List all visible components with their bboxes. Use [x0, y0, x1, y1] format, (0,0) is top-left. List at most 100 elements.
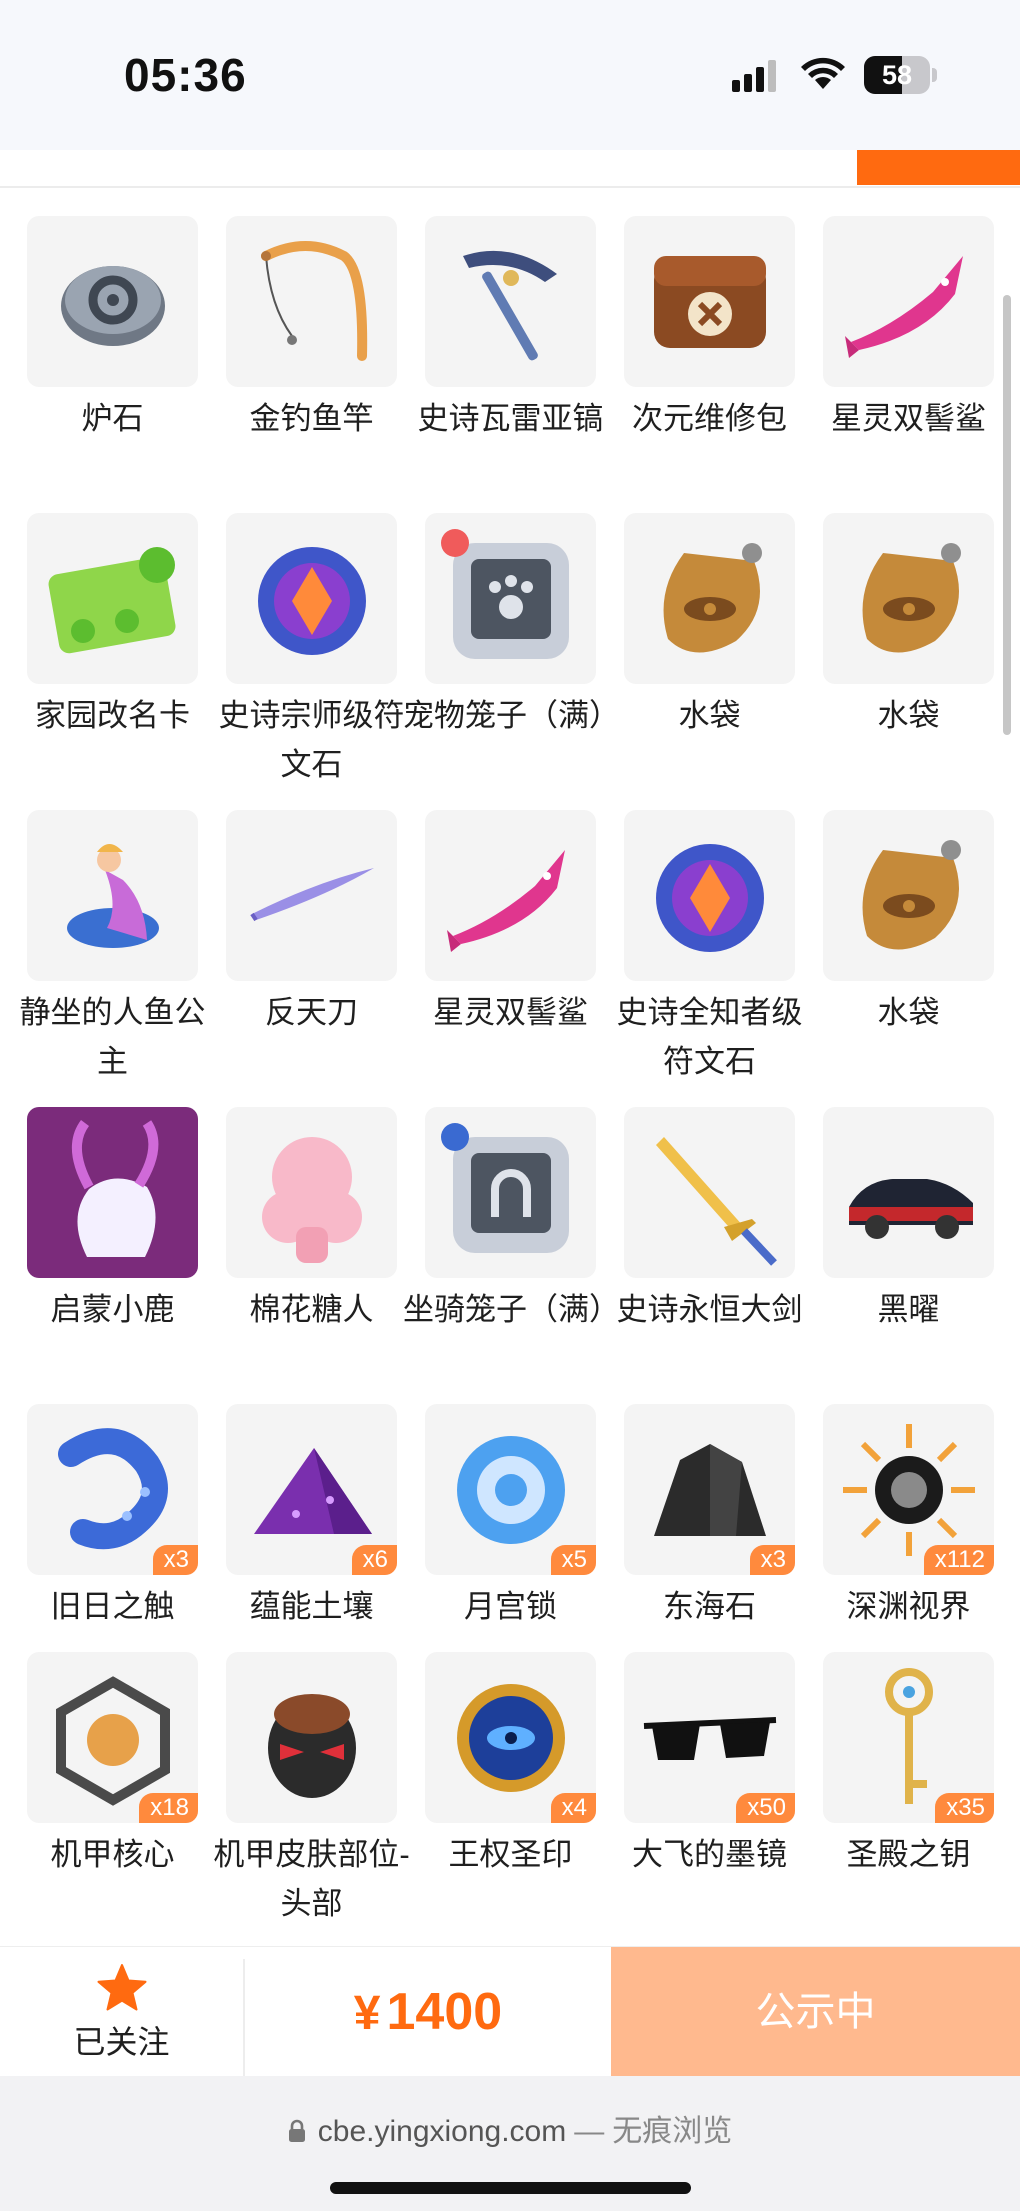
quantity-badge: x50: [736, 1793, 795, 1823]
item-name: 水袋: [877, 698, 940, 733]
status-bar: 05:36 58: [0, 0, 1020, 150]
hammerhead-shark-icon: [447, 850, 565, 952]
hearthstone-icon: [61, 266, 165, 346]
wifi-icon: [801, 57, 845, 89]
item-name: 水袋: [678, 698, 741, 733]
item-thumbnail: x3: [27, 1404, 198, 1575]
mermaid-icon: [67, 844, 159, 948]
bottom-action-bar: 已关注 ¥1400 公示中: [0, 1946, 1020, 2077]
item-thumbnail: [27, 1107, 198, 1278]
item-thumbnail: x5: [425, 1404, 596, 1575]
rune-stone-icon: [258, 547, 366, 655]
quantity-badge: x4: [550, 1793, 596, 1823]
browser-address-bar: cbe.yingxiong.com — 无痕浏览: [0, 2076, 1020, 2211]
item-thumbnail: [425, 1107, 596, 1278]
item-thumbnail: x35: [823, 1652, 994, 1823]
pet-cage-icon: [441, 529, 569, 659]
item-thumbnail: x4: [425, 1652, 596, 1823]
item-thumbnail: [226, 1652, 397, 1823]
item-name: 次元维修包: [632, 401, 787, 436]
follow-button[interactable]: 已关注: [0, 1947, 243, 2077]
item-thumbnail: [624, 810, 795, 981]
item-thumbnail: [27, 216, 198, 387]
deer-icon: [27, 1107, 198, 1278]
item-thumbnail: [624, 216, 795, 387]
quantity-badge: x3: [152, 1545, 198, 1575]
item-name: 深渊视界: [846, 1589, 971, 1624]
active-tab-indicator[interactable]: [857, 150, 1020, 185]
public-notice-button[interactable]: 公示中: [611, 1947, 1020, 2077]
item-thumbnail: x112: [823, 1404, 994, 1575]
item-thumbnail: [226, 513, 397, 684]
repair-bag-icon: [654, 256, 766, 348]
lock-icon: [288, 2119, 305, 2142]
item-name: 王权圣印: [448, 1837, 573, 1872]
greatsword-icon: [656, 1137, 777, 1266]
signal-icon: [732, 60, 776, 92]
item-thumbnail: [425, 513, 596, 684]
quantity-badge: x35: [935, 1793, 994, 1823]
marshmallow-icon: [262, 1137, 362, 1263]
item-thumbnail: [624, 513, 795, 684]
item-name: 机甲皮肤部位-头部: [213, 1837, 410, 1921]
quantity-badge: x18: [139, 1793, 198, 1823]
battery-body: 58: [864, 56, 930, 94]
mount-cage-icon: [441, 1123, 569, 1253]
item-name: 宠物笼子（满）: [403, 698, 620, 733]
item-name: 大飞的墨镜: [632, 1837, 787, 1872]
item-name: 史诗宗师级符文石: [218, 698, 405, 782]
item-thumbnail: [27, 810, 198, 981]
scrollbar-thumb[interactable]: [1003, 295, 1011, 735]
item-name: 炉石: [81, 401, 144, 436]
item-name: 月宫锁: [464, 1589, 557, 1624]
url-text: cbe.yingxiong.com: [317, 2115, 567, 2148]
item-name: 坐骑笼子（满）: [403, 1292, 620, 1327]
item-thumbnail: [823, 216, 994, 387]
item-name: 史诗瓦雷亚镐: [417, 401, 604, 436]
item-name: 史诗全知者级符文石: [616, 995, 803, 1079]
home-indicator[interactable]: [330, 2182, 691, 2194]
item-thumbnail: x50: [624, 1652, 795, 1823]
price-currency: ¥: [353, 1987, 381, 2040]
item-thumbnail: [823, 810, 994, 981]
fishing-rod-icon: [261, 241, 368, 361]
item-grid: 炉石 金钓鱼竿 史诗瓦雷亚镐 次元维修包 星灵双髻鲨 家园改名卡 史诗宗师级符文石 宠物笼子（…: [20, 216, 994, 1921]
star-icon: [97, 1964, 147, 2011]
blade-icon: [250, 868, 374, 922]
quantity-badge: x6: [351, 1545, 397, 1575]
item-thumbnail: [624, 1107, 795, 1278]
item-name: 星灵双髻鲨: [433, 995, 588, 1030]
item-thumbnail: [226, 1107, 397, 1278]
url-row[interactable]: cbe.yingxiong.com — 无痕浏览: [0, 2106, 1020, 2150]
battery-level: 58: [881, 60, 913, 90]
item-thumbnail: [425, 216, 596, 387]
item-thumbnail: [226, 216, 397, 387]
car-icon: [849, 1179, 973, 1239]
item-name: 黑曜: [877, 1292, 940, 1327]
quantity-badge: x3: [749, 1545, 795, 1575]
water-bag-icon: [862, 840, 961, 950]
follow-label: 已关注: [73, 2024, 170, 2060]
item-name: 旧日之触: [50, 1589, 175, 1624]
url-separator: —: [574, 2115, 605, 2148]
tab-strip: [0, 150, 1020, 188]
item-thumbnail: [425, 810, 596, 981]
item-thumbnail: x3: [624, 1404, 795, 1575]
price: ¥1400: [245, 1947, 611, 2077]
item-thumbnail: [226, 810, 397, 981]
battery-nub: [932, 68, 937, 82]
hammerhead-shark-icon: [845, 256, 963, 358]
rename-card-icon: [48, 547, 176, 654]
item-thumbnail: x6: [226, 1404, 397, 1575]
item-thumbnail: x18: [27, 1652, 198, 1823]
water-bag-icon: [663, 543, 762, 653]
pickaxe-icon: [463, 250, 557, 361]
item-name: 史诗永恒大剑: [616, 1292, 803, 1327]
item-name: 反天刀: [265, 995, 358, 1030]
item-name: 棉花糖人: [249, 1292, 374, 1327]
item-name: 金钓鱼竿: [249, 401, 374, 436]
item-name: 水袋: [877, 995, 940, 1030]
quantity-badge: x5: [550, 1545, 596, 1575]
private-mode-label: 无痕浏览: [612, 2115, 733, 2148]
item-name: 静坐的人鱼公主: [19, 995, 206, 1079]
